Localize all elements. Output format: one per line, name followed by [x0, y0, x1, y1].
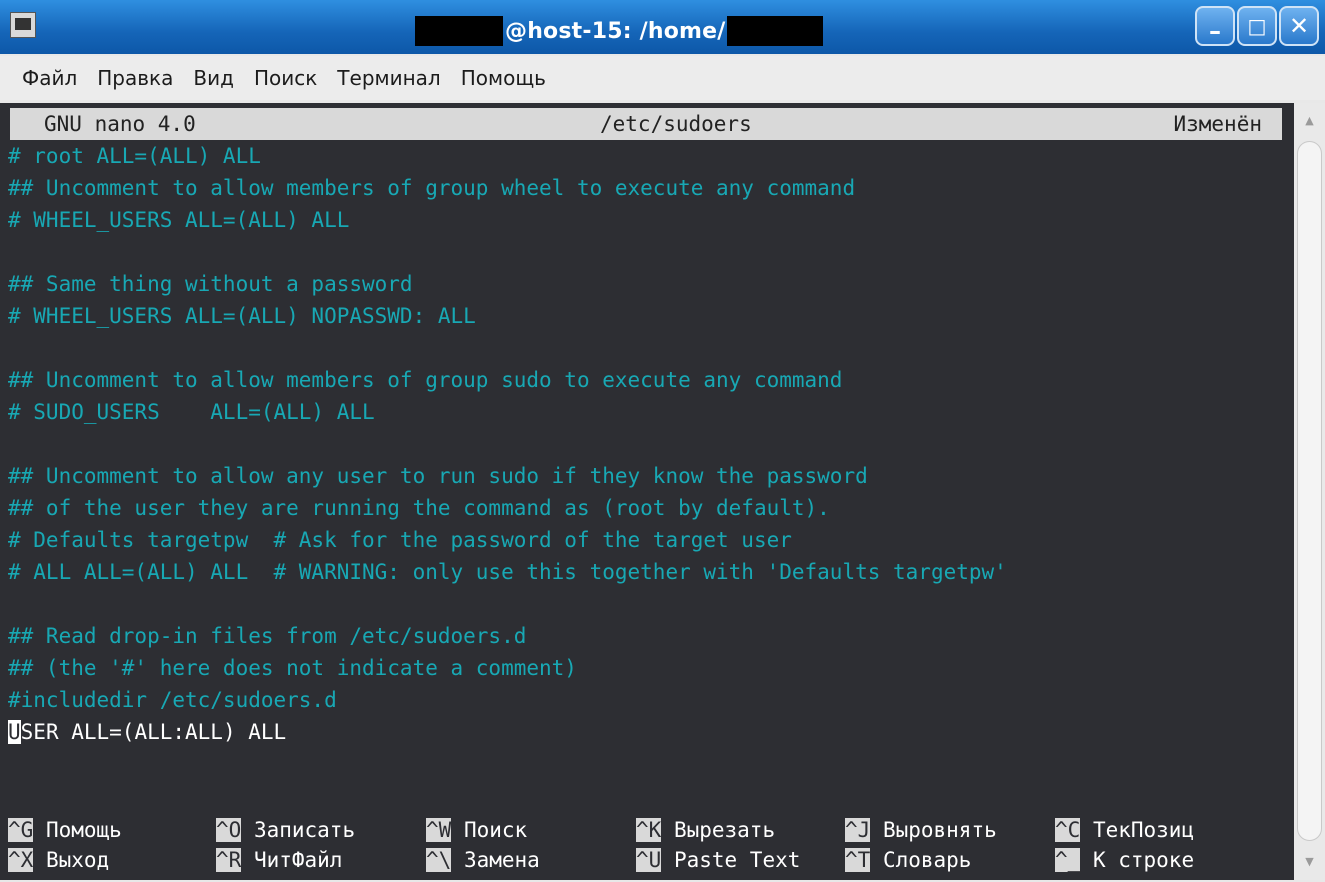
- terminal-icon[interactable]: [10, 12, 36, 38]
- scroll-up-icon[interactable]: ▲: [1294, 109, 1325, 133]
- file-line-6: # WHEEL_USERS ALL=(ALL) NOPASSWD: ALL: [8, 304, 476, 328]
- file-line-9: # SUDO_USERS ALL=(ALL) ALL: [8, 400, 375, 424]
- file-line-2: ## Uncomment to allow members of group w…: [8, 176, 856, 200]
- shortcut-paste[interactable]: ^U Paste Text: [636, 844, 800, 876]
- shortcut-write[interactable]: ^O Записать: [216, 814, 355, 846]
- scroll-down-icon[interactable]: ▼: [1294, 850, 1325, 874]
- user-line-text: SER ALL=(ALL:ALL) ALL: [20, 720, 287, 744]
- terminal-area[interactable]: GNU nano 4.0 /etc/sudoers Изменён # root…: [0, 103, 1294, 880]
- text-cursor: U: [8, 720, 21, 744]
- shortcut-spell[interactable]: ^T Словарь: [845, 844, 971, 876]
- redacted-username: [415, 16, 503, 46]
- scrollbar-thumb[interactable]: [1297, 141, 1322, 841]
- shortcut-goto-line[interactable]: ^_ К строке: [1055, 844, 1194, 876]
- shortcut-row-2: ^X Выход ^R ЧитФайл ^\ Замена ^U Paste T…: [8, 844, 1194, 876]
- window-title: @host-15: /home/: [415, 14, 824, 48]
- file-line-17: ## (the '#' here does not indicate a com…: [8, 656, 577, 680]
- file-line-16: ## Read drop-in files from /etc/sudoers.…: [8, 624, 527, 648]
- nano-version: GNU nano 4.0: [44, 112, 196, 136]
- file-line-18: #includedir /etc/sudoers.d: [8, 688, 337, 712]
- shortcut-justify[interactable]: ^J Выровнять: [845, 814, 997, 846]
- vertical-scrollbar[interactable]: ▲ ▼: [1294, 103, 1325, 880]
- file-line-11: ## Uncomment to allow any user to run su…: [8, 464, 868, 488]
- menu-help[interactable]: Помощь: [461, 66, 546, 90]
- nano-filename: /etc/sudoers: [600, 112, 752, 136]
- nano-modified-status: Изменён: [1173, 112, 1262, 136]
- window-titlebar[interactable]: @host-15: /home/ – □ ✕: [0, 0, 1325, 54]
- menu-view[interactable]: Вид: [193, 66, 234, 90]
- file-line-3: # WHEEL_USERS ALL=(ALL) ALL: [8, 208, 350, 232]
- file-line-1: # root ALL=(ALL) ALL: [8, 144, 261, 168]
- minimize-icon: –: [1209, 17, 1221, 45]
- shortcut-row-1: ^G Помощь ^O Записать ^W Поиск ^K Выреза…: [8, 814, 1194, 846]
- menu-search[interactable]: Поиск: [254, 66, 317, 90]
- file-line-14: # ALL ALL=(ALL) ALL # WARNING: only use …: [8, 560, 1007, 584]
- shortcut-replace[interactable]: ^\ Замена: [426, 844, 540, 876]
- shortcut-help[interactable]: ^G Помощь: [8, 814, 122, 846]
- nano-title-bar: GNU nano 4.0 /etc/sudoers Изменён: [10, 108, 1282, 140]
- file-line-5: ## Same thing without a password: [8, 272, 413, 296]
- file-line-13: # Defaults targetpw # Ask for the passwo…: [8, 528, 792, 552]
- close-button[interactable]: ✕: [1279, 6, 1319, 46]
- window-title-text: @host-15: /home/: [505, 18, 726, 44]
- menu-terminal[interactable]: Терминал: [337, 66, 440, 90]
- menu-edit[interactable]: Правка: [97, 66, 173, 90]
- redacted-path: [727, 16, 824, 46]
- shortcut-search[interactable]: ^W Поиск: [426, 814, 527, 846]
- shortcut-exit[interactable]: ^X Выход: [8, 844, 109, 876]
- shortcut-read-file[interactable]: ^R ЧитФайл: [216, 844, 342, 876]
- file-line-user[interactable]: USER ALL=(ALL:ALL) ALL: [8, 716, 286, 748]
- menu-bar: Файл Правка Вид Поиск Терминал Помощь: [0, 56, 1325, 100]
- file-line-8: ## Uncomment to allow members of group s…: [8, 368, 843, 392]
- maximize-button[interactable]: □: [1237, 6, 1277, 46]
- close-icon: ✕: [1288, 12, 1310, 40]
- minimize-button[interactable]: –: [1195, 6, 1235, 46]
- maximize-icon: □: [1247, 14, 1267, 38]
- shortcut-cur-pos[interactable]: ^C ТекПозиц: [1055, 814, 1194, 846]
- file-line-12: ## of the user they are running the comm…: [8, 496, 830, 520]
- shortcut-cut[interactable]: ^K Вырезать: [636, 814, 775, 846]
- menu-file[interactable]: Файл: [22, 66, 77, 90]
